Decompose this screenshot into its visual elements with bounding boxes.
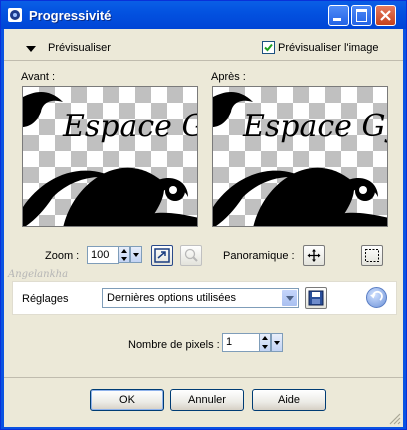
down-arrow-icon	[121, 257, 127, 261]
reset-button[interactable]	[366, 287, 387, 308]
down-arrow-icon	[262, 345, 268, 349]
up-arrow-icon	[262, 336, 268, 340]
preview-checkbox-label[interactable]: Prévisualiser l'image	[278, 42, 379, 54]
preview-text: Espace Gy	[63, 109, 197, 144]
dialog-client-area: Prévisualiser Prévisualiser l'image Avan…	[4, 29, 403, 427]
up-arrow-icon	[121, 249, 127, 253]
chevron-down-icon	[274, 341, 280, 345]
zoom-input[interactable]: 100	[87, 246, 119, 264]
minimize-icon	[333, 18, 341, 21]
preview-image	[23, 92, 197, 226]
zoom-label: Zoom :	[45, 250, 80, 262]
after-preview[interactable]: Espace Gy	[212, 86, 388, 227]
move-icon	[307, 249, 321, 262]
checkmark-icon	[264, 43, 273, 52]
actual-size-button[interactable]	[180, 245, 202, 266]
preview-image	[213, 92, 387, 226]
pan-button[interactable]	[303, 245, 325, 266]
zoom-fit-button[interactable]	[151, 245, 173, 266]
dialog-window: Progressivité Prévisualiser Prévisualise…	[0, 0, 407, 430]
pixels-label: Nombre de pixels :	[128, 339, 220, 351]
before-preview[interactable]: Espace Gy	[22, 86, 198, 227]
separator	[4, 377, 403, 378]
pixels-dropdown-button[interactable]	[271, 333, 283, 352]
zoom-disabled-icon	[184, 248, 198, 262]
close-button[interactable]	[375, 5, 396, 26]
ok-button[interactable]: OK	[90, 389, 164, 411]
marquee-icon	[365, 249, 379, 262]
save-settings-button[interactable]	[305, 287, 327, 309]
zoom-stepper[interactable]	[118, 246, 130, 263]
pixels-value: 1	[226, 336, 233, 348]
separator	[4, 60, 403, 61]
zoom-value: 100	[91, 249, 110, 261]
collapse-preview-icon[interactable]	[26, 46, 36, 52]
pixels-input[interactable]: 1	[222, 333, 260, 352]
settings-dropdown[interactable]: Dernières options utilisées	[102, 288, 299, 308]
cancel-button[interactable]: Annuler	[170, 389, 244, 411]
after-label: Après :	[211, 71, 246, 83]
window-title: Progressivité	[29, 8, 112, 23]
settings-label: Réglages	[22, 293, 69, 305]
title-bar[interactable]: Progressivité	[1, 1, 406, 29]
chevron-down-icon	[282, 290, 297, 306]
app-icon	[7, 7, 23, 23]
chevron-down-icon	[133, 253, 139, 257]
help-button[interactable]: Aide	[252, 389, 326, 411]
selection-button[interactable]	[361, 245, 383, 266]
preview-toggle-label[interactable]: Prévisualiser	[48, 42, 111, 54]
before-label: Avant :	[21, 71, 56, 83]
minimize-button[interactable]	[328, 5, 349, 26]
zoom-dropdown-button[interactable]	[130, 246, 142, 263]
pan-label: Panoramique :	[223, 250, 295, 262]
maximize-icon	[356, 9, 367, 22]
maximize-button[interactable]	[351, 5, 372, 26]
zoom-fit-icon	[154, 248, 170, 263]
pixels-stepper[interactable]	[259, 333, 271, 352]
save-icon	[308, 290, 324, 306]
preview-text: Espace Gy	[243, 109, 388, 144]
close-icon	[380, 10, 391, 21]
preview-checkbox[interactable]	[262, 41, 275, 54]
resize-grip-icon[interactable]	[389, 413, 401, 425]
undo-icon	[370, 290, 383, 301]
watermark: Angelankha	[8, 269, 69, 280]
settings-value: Dernières options utilisées	[107, 292, 237, 304]
